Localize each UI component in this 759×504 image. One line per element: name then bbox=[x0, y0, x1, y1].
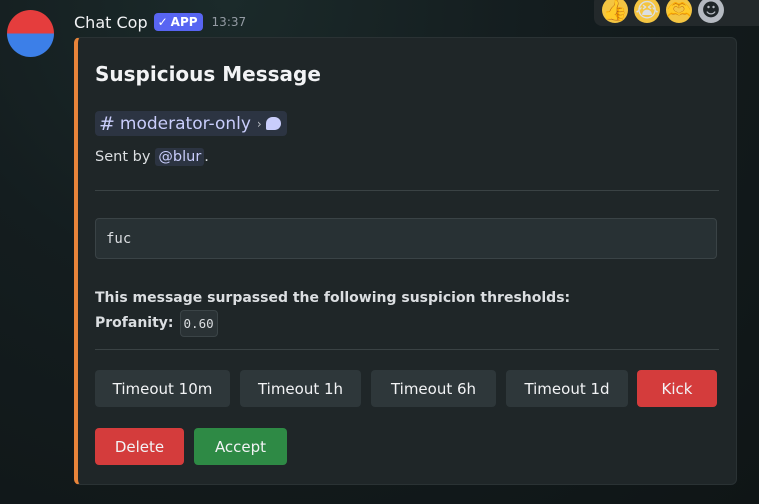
verified-check-icon: ✓ bbox=[157, 15, 168, 29]
app-badge-label: APP bbox=[170, 15, 198, 29]
delete-button[interactable]: Delete bbox=[95, 428, 184, 465]
message-timestamp[interactable]: 13:37 bbox=[212, 15, 247, 29]
message-bubble-icon bbox=[265, 117, 281, 130]
channel-hash-icon: # bbox=[99, 112, 115, 135]
add-reaction-icon[interactable]: ☻ bbox=[698, 0, 724, 23]
heart-hands-icon[interactable]: 🫶 bbox=[666, 0, 692, 23]
sent-by-line: Sent by @blur . bbox=[95, 148, 209, 166]
timeout-1h-button[interactable]: Timeout 1h bbox=[240, 370, 361, 407]
message-content-codeblock: fuc bbox=[95, 218, 717, 259]
chevron-right-icon: › bbox=[256, 116, 262, 131]
accept-button[interactable]: Accept bbox=[194, 428, 287, 465]
timeout-6h-button[interactable]: Timeout 6h bbox=[371, 370, 496, 407]
channel-name: moderator-only bbox=[119, 113, 251, 134]
sent-by-label: Sent by bbox=[95, 149, 151, 165]
crying-face-icon[interactable]: 😭 bbox=[634, 0, 660, 23]
suspicious-message-embed: Suspicious Message # moderator-only › Se… bbox=[74, 37, 737, 485]
sent-by-suffix: . bbox=[204, 149, 209, 165]
kick-button[interactable]: Kick bbox=[637, 370, 717, 407]
embed-title: Suspicious Message bbox=[95, 62, 321, 86]
bot-avatar[interactable] bbox=[7, 10, 54, 57]
message-header: Chat Cop ✓ APP 13:37 bbox=[74, 10, 246, 34]
user-mention[interactable]: @blur bbox=[155, 148, 205, 166]
threshold-heading: This message surpassed the following sus… bbox=[95, 290, 571, 306]
divider bbox=[95, 349, 719, 350]
threshold-value: 0.60 bbox=[179, 310, 218, 337]
thumbs-up-icon[interactable]: 👍 bbox=[602, 0, 628, 23]
divider bbox=[95, 190, 719, 191]
message-hover-toolbar: 👍 😭 🫶 ☻ bbox=[594, 0, 759, 26]
threshold-info: This message surpassed the following sus… bbox=[95, 287, 570, 337]
threshold-label: Profanity: bbox=[95, 315, 174, 331]
timeout-1d-button[interactable]: Timeout 1d bbox=[506, 370, 628, 407]
channel-mention[interactable]: # moderator-only › bbox=[95, 111, 287, 136]
timeout-10m-button[interactable]: Timeout 10m bbox=[95, 370, 230, 407]
author-name[interactable]: Chat Cop bbox=[74, 13, 148, 32]
app-badge: ✓ APP bbox=[153, 13, 203, 31]
